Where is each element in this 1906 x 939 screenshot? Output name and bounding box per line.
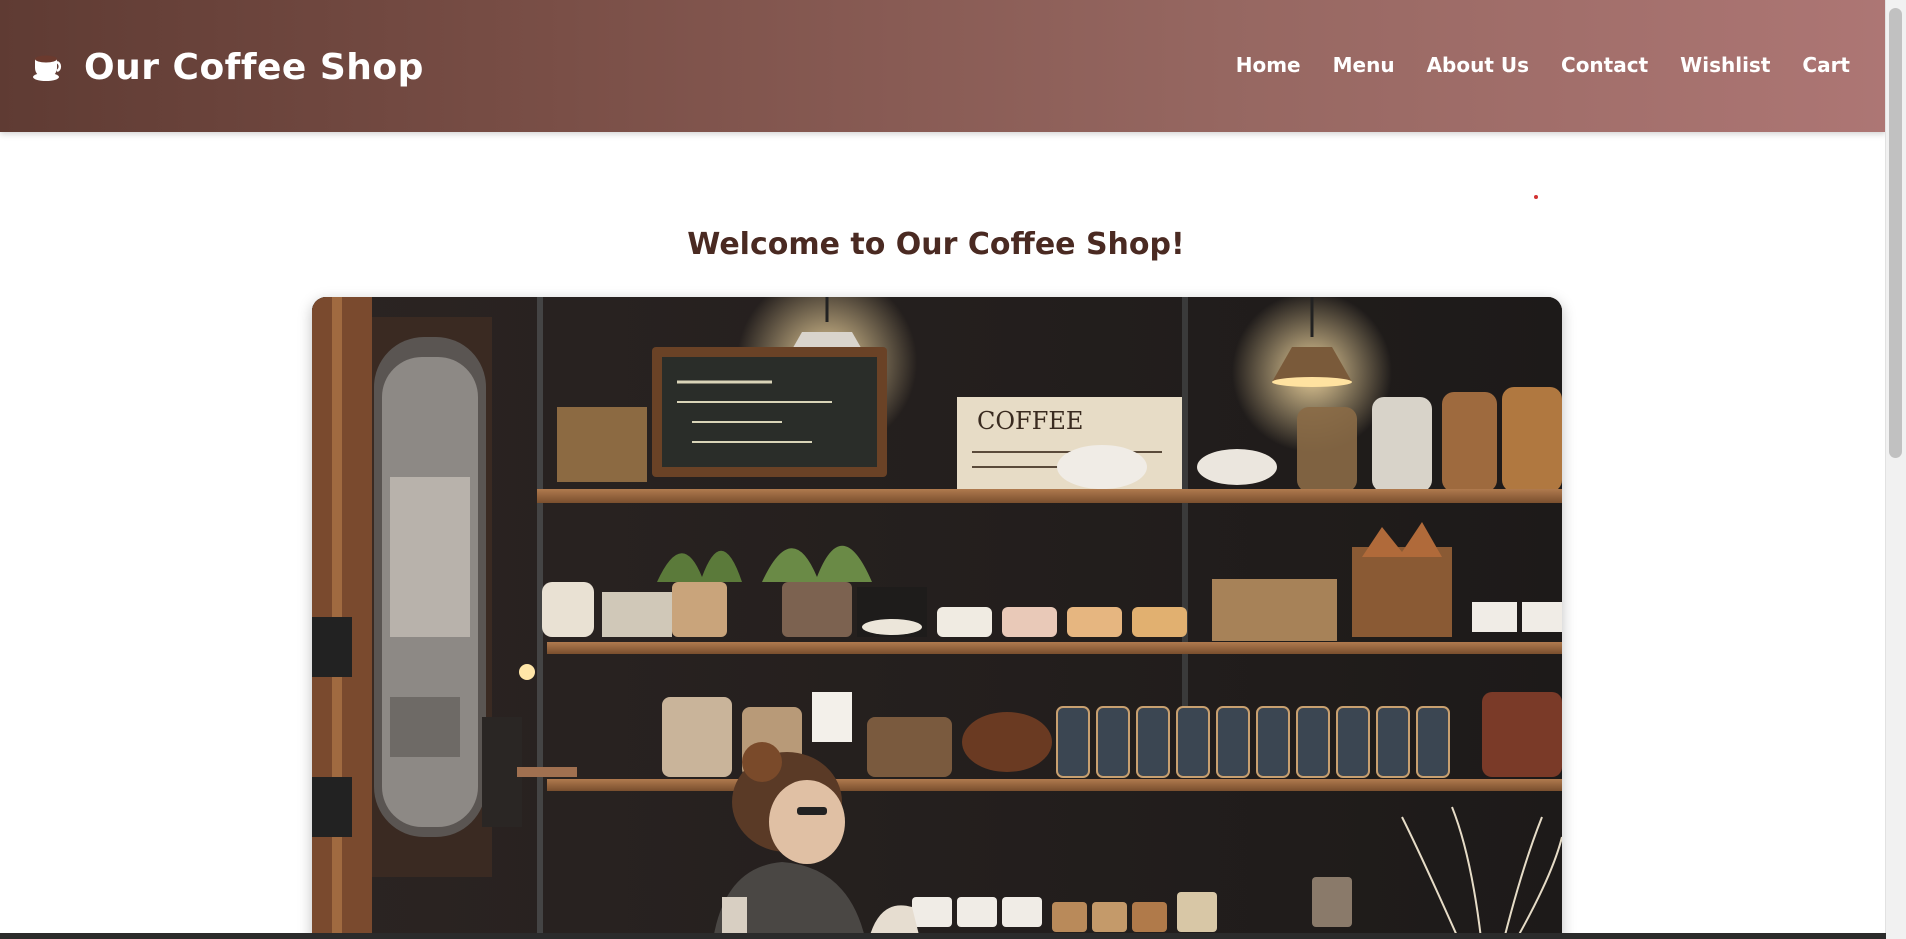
nav-cart-link[interactable]: Cart — [1802, 53, 1850, 77]
nav-home-link[interactable]: Home — [1236, 53, 1301, 77]
hero-image: COFFEE — [312, 297, 1562, 939]
nav-about-link[interactable]: About Us — [1427, 53, 1529, 77]
brand[interactable]: Our Coffee Shop — [30, 42, 424, 92]
page: Our Coffee Shop Home Menu About Us Conta… — [0, 0, 1906, 939]
nav-contact-link[interactable]: Contact — [1561, 53, 1648, 77]
brand-title: Our Coffee Shop — [84, 46, 424, 88]
site-header: Our Coffee Shop Home Menu About Us Conta… — [0, 0, 1886, 132]
page-scrollbar[interactable] — [1885, 0, 1906, 939]
nav-wishlist-link[interactable]: Wishlist — [1680, 53, 1770, 77]
coffee-cup-icon — [30, 50, 64, 84]
nav-menu-link[interactable]: Menu — [1333, 53, 1395, 77]
scrollbar-thumb[interactable] — [1889, 8, 1902, 458]
hero-sign-text: COFFEE — [977, 407, 1083, 435]
red-dot-marker — [1534, 195, 1538, 199]
main-nav: Home Menu About Us Contact Wishlist Cart — [1204, 53, 1850, 77]
welcome-title: Welcome to Our Coffee Shop! — [687, 227, 1185, 263]
bottom-edge — [0, 933, 1886, 939]
